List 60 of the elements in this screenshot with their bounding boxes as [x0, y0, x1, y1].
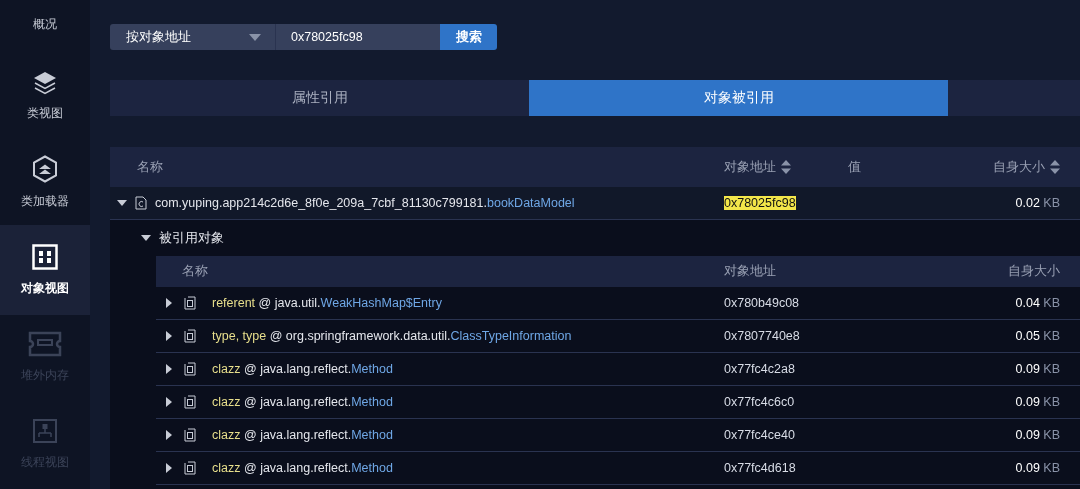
tab[interactable]: 对象被引用: [529, 80, 948, 116]
address-cell: 0x77fc4c6c0: [724, 395, 795, 409]
address-cell: 0x77fc4ce40: [724, 428, 795, 442]
section-title: 被引用对象: [159, 229, 224, 247]
ticket-icon: [28, 331, 62, 357]
object-icon: [184, 329, 196, 343]
sidebar-item[interactable]: 概况: [0, 0, 90, 50]
sort-icon[interactable]: [781, 160, 791, 174]
column-header: 名称: [137, 158, 163, 176]
tab[interactable]: 属性引用: [110, 80, 529, 116]
column-header: 自身大小: [1008, 263, 1060, 280]
object-icon: [184, 461, 196, 475]
dropdown-arrow-icon: [249, 33, 261, 41]
caret-right-icon[interactable]: [164, 298, 174, 308]
address-cell: 0x7807740e8: [724, 329, 800, 343]
size-cell: 0.09 KB: [1015, 362, 1060, 376]
caret-right-icon[interactable]: [164, 430, 174, 440]
address-cell: 0x780b49c08: [724, 296, 800, 310]
address-cell: 0x77fc4d618: [724, 461, 796, 475]
size-cell: 0.05 KB: [1015, 329, 1060, 343]
object-icon: [184, 296, 196, 310]
column-header[interactable]: 自身大小: [993, 158, 1045, 176]
reference-name: type, type @ org.springframework.data.util.ClassTypeInformation: [212, 329, 572, 343]
size-cell: 0.09 KB: [1015, 461, 1060, 475]
caret-down-icon[interactable]: [141, 233, 151, 243]
reference-name: clazz @ java.lang.reflect.Method: [212, 461, 393, 475]
address-cell: 0x78025fc98: [724, 196, 796, 210]
column-header[interactable]: 对象地址: [724, 158, 776, 176]
caret-right-icon[interactable]: [164, 364, 174, 374]
org-chart-icon: [32, 418, 58, 444]
object-icon: [184, 428, 196, 442]
sidebar-item[interactable]: 对象视图: [0, 225, 90, 315]
class-name: com.yuping.app214c2d6e_8f0e_209a_7cbf_81130c799181.bookDataModel: [155, 196, 575, 210]
size-cell: 0.04 KB: [1015, 296, 1060, 310]
caret-right-icon[interactable]: [164, 463, 174, 473]
object-icon: [184, 362, 196, 376]
sidebar-item[interactable]: 类视图: [0, 50, 90, 140]
column-header: 对象地址: [724, 263, 776, 280]
address-cell: 0x77fc4c2a8: [724, 362, 795, 376]
reference-name: referent @ java.util.WeakHashMap$Entry: [212, 296, 442, 310]
sidebar-item[interactable]: 类加载器: [0, 140, 90, 225]
reference-name: clazz @ java.lang.reflect.Method: [212, 395, 393, 409]
grid-icon: [32, 243, 58, 270]
address-input[interactable]: 0x78025fc98: [275, 24, 440, 50]
reference-name: clazz @ java.lang.reflect.Method: [212, 428, 393, 442]
reference-name: clazz @ java.lang.reflect.Method: [212, 362, 393, 376]
size-cell: 0.09 KB: [1015, 395, 1060, 409]
object-icon: [184, 395, 196, 409]
class-file-icon: [135, 196, 147, 210]
search-mode-dropdown[interactable]: 按对象地址: [110, 24, 275, 50]
caret-right-icon[interactable]: [164, 397, 174, 407]
search-button[interactable]: 搜索: [440, 24, 497, 50]
hexagon-icon: [32, 155, 58, 183]
column-header: 值: [848, 158, 861, 176]
sort-icon[interactable]: [1050, 160, 1060, 174]
caret-right-icon[interactable]: [164, 331, 174, 341]
size-cell: 0.09 KB: [1015, 428, 1060, 442]
size-cell: 0.02 KB: [1015, 196, 1060, 210]
column-header: 名称: [182, 263, 208, 280]
caret-down-icon[interactable]: [117, 198, 127, 208]
